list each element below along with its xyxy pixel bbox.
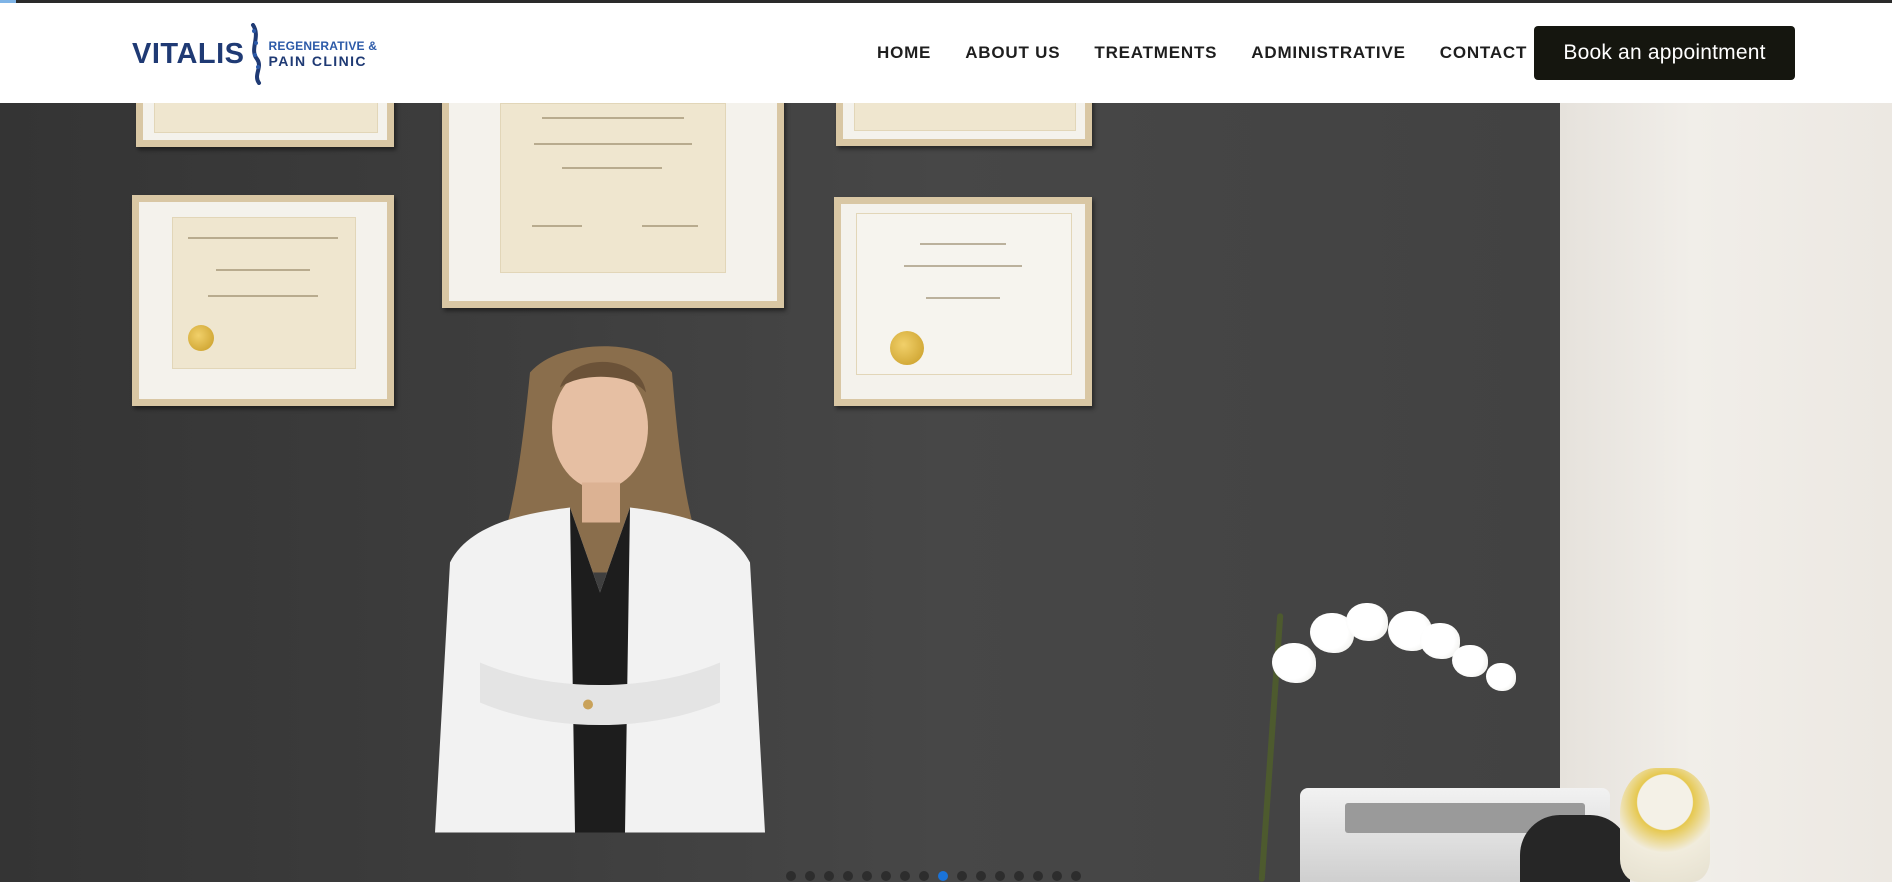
orchid-flower [1486, 663, 1516, 691]
certificate-frame [442, 103, 784, 308]
nav-home[interactable]: HOME [877, 43, 931, 63]
slider-dot[interactable] [1014, 871, 1024, 881]
slider-dots [786, 871, 1081, 881]
logo-wordmark: VITALIS [132, 37, 245, 70]
slider-dot[interactable] [995, 871, 1005, 881]
certificate-frame [836, 103, 1092, 146]
certificate-frame [136, 103, 394, 147]
slider-dot[interactable] [900, 871, 910, 881]
slider-dot[interactable] [881, 871, 891, 881]
nav-treatments[interactable]: TREATMENTS [1094, 43, 1217, 63]
slider-dot[interactable] [843, 871, 853, 881]
logo-subtitle-line-2: PAIN CLINIC [268, 53, 367, 69]
spine-model [1620, 768, 1710, 882]
desk-phone [1520, 815, 1630, 882]
page: VITALIS REGENERATIVE & PAIN CLINIC HOME … [0, 0, 1892, 882]
book-appointment-button[interactable]: Book an appointment [1534, 26, 1795, 80]
spine-icon [250, 23, 261, 85]
nav-administrative[interactable]: ADMINISTRATIVE [1251, 43, 1405, 63]
site-header: VITALIS REGENERATIVE & PAIN CLINIC HOME … [0, 3, 1892, 103]
slider-dot[interactable] [1071, 871, 1081, 881]
slider-dot[interactable] [786, 871, 796, 881]
certificate-frame [132, 195, 394, 406]
orchid-flower [1452, 645, 1488, 677]
clinic-logo[interactable]: VITALIS REGENERATIVE & PAIN CLINIC [132, 23, 377, 85]
certificate-frame [834, 197, 1092, 406]
logo-subtitle-line-1: REGENERATIVE & [268, 39, 378, 53]
nav-about-us[interactable]: ABOUT US [965, 43, 1060, 63]
hero-slideshow [0, 103, 1892, 882]
slider-dot[interactable] [976, 871, 986, 881]
slider-dot[interactable] [957, 871, 967, 881]
slider-dot[interactable] [862, 871, 872, 881]
nav-contact[interactable]: CONTACT [1440, 43, 1527, 63]
doctor-figure [435, 346, 765, 833]
slider-dot[interactable] [1052, 871, 1062, 881]
slider-dot[interactable] [1033, 871, 1043, 881]
slider-dot[interactable] [805, 871, 815, 881]
slider-dot[interactable] [919, 871, 929, 881]
orchid-flower [1346, 603, 1388, 641]
main-nav: HOME ABOUT US TREATMENTS ADMINISTRATIVE … [860, 3, 1544, 103]
slider-dot[interactable] [938, 871, 948, 881]
hero-photo-side-wall [1560, 103, 1892, 882]
logo-subtitle: REGENERATIVE & PAIN CLINIC [269, 39, 378, 69]
slider-dot[interactable] [824, 871, 834, 881]
orchid-flower [1272, 643, 1316, 683]
